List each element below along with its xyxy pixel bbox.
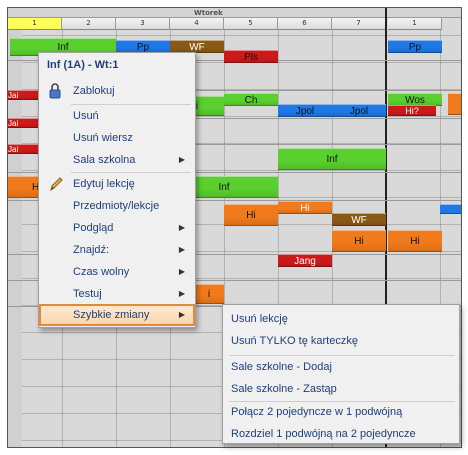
menu-item-label: Usuń	[73, 110, 99, 122]
submenu-item-sale-dodaj[interactable]: Sale szkolne - Dodaj	[231, 356, 332, 378]
lesson-block[interactable]: i	[194, 284, 224, 304]
submenu-arrow-icon: ▶	[178, 155, 185, 164]
lesson-block[interactable]: Hi	[388, 230, 442, 252]
submenu-item-sale-zastap[interactable]: Sale szkolne - Zastąp	[231, 378, 337, 400]
submenu-arrow-icon: ▶	[178, 310, 185, 319]
menu-item-label: Usuń wiersz	[73, 132, 133, 144]
lesson-block[interactable]: WF	[332, 213, 386, 226]
lesson-block[interactable]: Inf	[278, 148, 386, 170]
lesson-block[interactable]	[440, 204, 461, 214]
lesson-block[interactable]: Pp	[388, 40, 442, 53]
column-header[interactable]: 3	[116, 18, 170, 30]
column-header[interactable]: 1	[388, 18, 442, 30]
context-menu: Inf (1A) - Wt:1 Zablokuj Usuń Usuń wiers…	[38, 52, 196, 328]
lesson-block[interactable]: Jang	[278, 254, 332, 267]
menu-item-podglad[interactable]: Podgląd ▶	[41, 217, 193, 239]
submenu-arrow-icon: ▶	[178, 245, 185, 254]
column-header[interactable]: 6	[278, 18, 332, 30]
lesson-block[interactable]: Hi	[332, 230, 386, 252]
lesson-block[interactable]: Jai	[8, 144, 38, 154]
menu-title: Inf (1A) - Wt:1	[47, 59, 119, 71]
lesson-block[interactable]: Jai	[8, 118, 38, 128]
column-header[interactable]: 1	[8, 18, 62, 30]
menu-item-label: Edytuj lekcję	[73, 178, 135, 190]
column-header[interactable]: 7	[332, 18, 386, 30]
column-header[interactable]: 2	[62, 18, 116, 30]
lesson-block[interactable]: Jai	[8, 90, 38, 100]
menu-item-czas-wolny[interactable]: Czas wolny ▶	[41, 261, 193, 283]
lesson-block[interactable]: Pls	[224, 50, 278, 63]
menu-item-label: Sala szkolna	[73, 154, 136, 166]
menu-item-szybkie-zmiany[interactable]: Szybkie zmiany ▶	[39, 304, 195, 326]
menu-item-usun-wiersz[interactable]: Usuń wiersz	[41, 127, 193, 149]
submenu-arrow-icon: ▶	[178, 223, 185, 232]
menu-item-zablokuj[interactable]: Zablokuj	[41, 80, 193, 102]
pencil-icon	[49, 176, 63, 192]
lesson-block[interactable]: Hi	[224, 204, 278, 226]
submenu-item-usun-karteczke[interactable]: Usuń TYLKO tę karteczkę	[231, 330, 358, 352]
menu-item-przedmioty-lekcje[interactable]: Przedmioty/lekcje	[41, 195, 193, 217]
menu-item-label: Szybkie zmiany	[73, 309, 150, 321]
day-header: Wtorek	[8, 8, 461, 18]
lock-icon	[49, 83, 63, 99]
menu-item-edytuj-lekcje[interactable]: Edytuj lekcję	[41, 173, 193, 195]
menu-item-label: Znajdź:	[73, 244, 110, 256]
submenu-arrow-icon: ▶	[178, 267, 185, 276]
column-header[interactable]: 4	[170, 18, 224, 30]
lesson-block[interactable]: H	[8, 176, 38, 198]
menu-item-label: Przedmioty/lekcje	[73, 200, 160, 212]
menu-item-znajdz[interactable]: Znajdź: ▶	[41, 239, 193, 261]
day-label: Wtorek	[194, 9, 223, 17]
menu-item-label: Testuj	[73, 288, 102, 300]
submenu-item-usun-lekcje[interactable]: Usuń lekcję	[231, 308, 288, 330]
menu-item-label: Zablokuj	[73, 85, 115, 97]
menu-item-usun[interactable]: Usuń	[41, 105, 193, 127]
menu-item-sala-szkolna[interactable]: Sala szkolna ▶	[41, 149, 193, 171]
lesson-block[interactable]: Jpol	[278, 104, 332, 117]
menu-item-testuj[interactable]: Testuj ▶	[41, 283, 193, 305]
lesson-block[interactable]	[448, 93, 461, 115]
menu-item-label: Czas wolny	[73, 266, 130, 278]
lesson-block[interactable]: Hi?	[388, 105, 436, 116]
quick-changes-submenu: Usuń lekcję Usuń TYLKO tę karteczkę Sale…	[222, 304, 460, 444]
column-header[interactable]: 5	[224, 18, 278, 30]
lesson-block[interactable]: Hi	[278, 201, 332, 214]
submenu-arrow-icon: ▶	[178, 289, 185, 298]
lesson-block[interactable]: Ch	[224, 93, 278, 106]
menu-item-label: Podgląd	[73, 222, 114, 234]
submenu-item-polacz[interactable]: Połącz 2 pojedyncze w 1 podwójną	[231, 401, 402, 423]
lesson-block[interactable]: Jpol	[332, 104, 386, 117]
submenu-item-rozdziel[interactable]: Rozdziel 1 podwójną na 2 pojedyncze	[231, 423, 416, 445]
